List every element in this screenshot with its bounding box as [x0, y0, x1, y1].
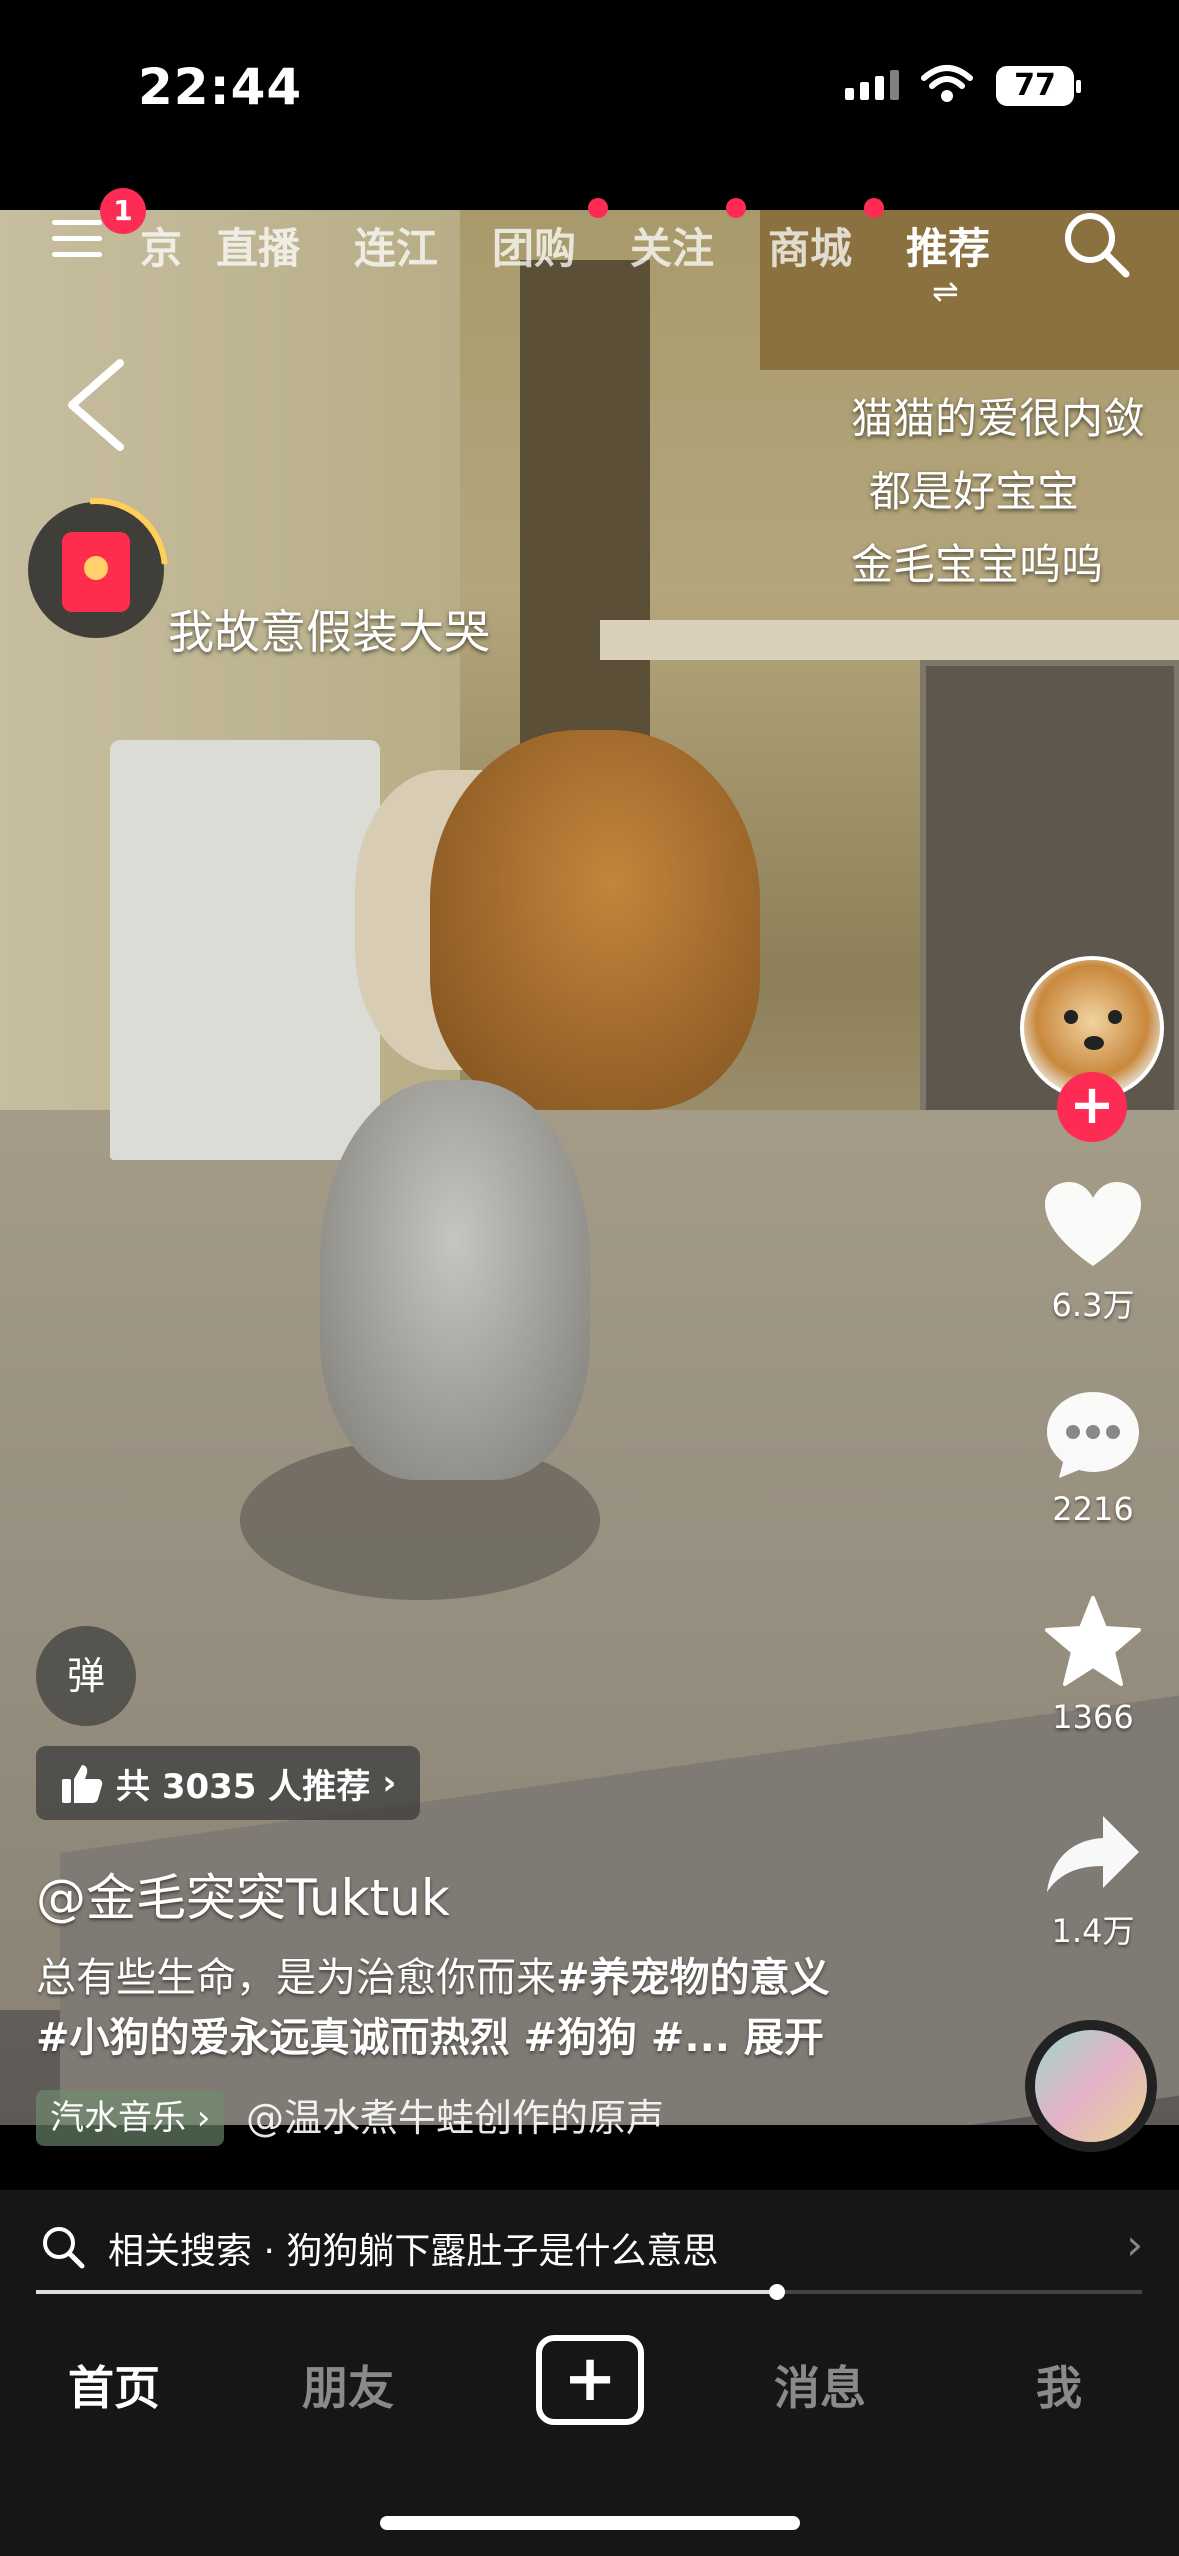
scene-golden-retriever [430, 730, 760, 1110]
home-indicator [380, 2516, 800, 2530]
status-bar: 22:44 77 [0, 0, 1179, 210]
related-search-text: 相关搜索 · 狗狗躺下露肚子是什么意思 [108, 2231, 719, 2272]
hashtag-link[interactable]: #养宠物的意义 [556, 1955, 830, 2001]
avatar-eye [1108, 1010, 1122, 1024]
scene-oven [920, 660, 1179, 1180]
video-caption-right: 都是好宝宝 [868, 467, 1079, 516]
share-arrow-icon [1047, 1816, 1139, 1892]
author-name[interactable]: @金毛突突Tuktuk [36, 1858, 450, 1930]
tab-recommend[interactable]: 推荐 [906, 215, 990, 276]
scene-counter [600, 620, 1179, 660]
chevron-right-icon: › [382, 1763, 397, 1803]
favorite-button[interactable]: 1366 [1028, 1594, 1158, 1736]
follow-button[interactable]: + [1057, 1072, 1127, 1142]
tab-friends[interactable]: 朋友 [302, 2352, 394, 2418]
comment-count: 2216 [1052, 1490, 1134, 1528]
comment-icon [1047, 1392, 1139, 1478]
search-icon[interactable] [1062, 210, 1132, 280]
battery-icon: 77 [996, 66, 1081, 106]
red-envelope-icon [62, 532, 130, 612]
music-title[interactable]: @温水煮牛蛙创作的原声 [246, 2090, 664, 2146]
comment-button[interactable]: 2216 [1028, 1388, 1158, 1528]
hashtag-links[interactable]: #小狗的爱永远真诚而热烈 #狗狗 #... [36, 2015, 730, 2061]
progress-knob[interactable] [769, 2284, 786, 2300]
tab-home[interactable]: 首页 [68, 2352, 160, 2418]
desc-text: 总有些生命，是为治愈你而来 [36, 1955, 556, 2001]
video-description: 总有些生命，是为治愈你而来#养宠物的意义 #小狗的爱永远真诚而热烈 #狗狗 #.… [36, 1948, 936, 2068]
chevron-right-icon: › [1126, 2220, 1143, 2269]
red-packet-button[interactable] [0, 468, 198, 672]
video-caption: 我故意假装大哭 [168, 605, 490, 659]
related-search-bar[interactable]: 相关搜索 · 狗狗躺下露肚子是什么意思 › [0, 2190, 1179, 2300]
tab-messages[interactable]: 消息 [774, 2352, 866, 2418]
favorite-count: 1366 [1052, 1698, 1134, 1736]
tab-mall[interactable]: 商城 [768, 215, 852, 276]
music-app-tag[interactable]: 汽水音乐 › [36, 2090, 225, 2146]
avatar-nose [1084, 1036, 1104, 1050]
music-disc[interactable] [1025, 2020, 1157, 2152]
recommend-pill[interactable]: 共 3035 人推荐 › [36, 1746, 421, 1820]
danmu-toggle[interactable]: 弹 [36, 1626, 136, 1726]
scene-trash-bin [110, 740, 380, 1160]
create-button[interactable]: + [536, 2335, 644, 2425]
back-arrow-icon[interactable] [60, 355, 130, 455]
swap-icon: ⇌ [932, 272, 959, 310]
video-caption-right: 猫猫的爱很内敛 [850, 394, 1145, 443]
progress-fill [36, 2290, 778, 2294]
tab-live[interactable]: 直播 [216, 215, 300, 276]
thumbs-up-icon [62, 1765, 103, 1803]
search-icon [43, 2227, 85, 2269]
tab-me[interactable]: 我 [1036, 2352, 1082, 2418]
share-button[interactable]: 1.4万 [1028, 1812, 1158, 1952]
video-caption-right: 金毛宝宝呜呜 [850, 540, 1103, 589]
star-icon [1045, 1596, 1141, 1686]
share-count: 1.4万 [1051, 1912, 1135, 1950]
tab-jing[interactable]: 京 [140, 215, 182, 276]
heart-icon [1045, 1182, 1141, 1266]
avatar-eye [1064, 1010, 1078, 1024]
expand-link[interactable]: 展开 [744, 2015, 824, 2061]
cellular-signal-icon [845, 70, 899, 100]
tab-group-buy[interactable]: 团购 [492, 215, 576, 276]
tab-dot [726, 198, 746, 218]
recommend-text: 共 3035 人推荐 [116, 1766, 371, 1807]
tab-lianjiang[interactable]: 连江 [354, 215, 438, 276]
like-count: 6.3万 [1051, 1286, 1135, 1324]
status-time: 22:44 [138, 58, 303, 116]
scene-cat [320, 1080, 590, 1480]
menu-icon[interactable] [52, 220, 102, 264]
like-button[interactable]: 6.3万 [1028, 1180, 1158, 1326]
tab-dot [864, 198, 884, 218]
tab-dot [588, 198, 608, 218]
wifi-icon [921, 65, 973, 102]
tab-following[interactable]: 关注 [630, 215, 714, 276]
video-progress-bar[interactable] [36, 2284, 1142, 2300]
